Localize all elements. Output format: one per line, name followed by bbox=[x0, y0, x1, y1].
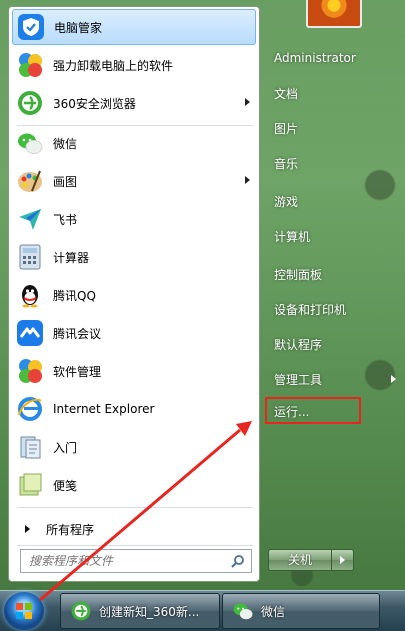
taskbar-button-label: 创建新知_360新... bbox=[99, 604, 200, 619]
all-programs-button[interactable]: 所有程序 bbox=[17, 515, 257, 543]
360-browser-icon bbox=[69, 599, 93, 623]
submenu-arrow-icon bbox=[245, 98, 250, 106]
program-item-software-manager[interactable]: 软件管理 bbox=[12, 353, 256, 389]
triangle-right-icon bbox=[25, 525, 30, 533]
uninstall-icon bbox=[14, 49, 46, 81]
right-item-pictures[interactable]: 图片 bbox=[268, 114, 398, 142]
program-label: 360安全浏览器 bbox=[53, 96, 136, 111]
right-item-label: 管理工具 bbox=[274, 372, 323, 387]
right-item-label: 文档 bbox=[274, 86, 299, 101]
program-label: 便笺 bbox=[53, 478, 78, 493]
right-item-label: 默认程序 bbox=[274, 337, 323, 352]
program-label: 电脑管家 bbox=[54, 20, 103, 35]
program-item-pc-manager[interactable]: 电脑管家 bbox=[12, 9, 256, 45]
getting-started-icon bbox=[14, 431, 46, 463]
windows-start-icon[interactable] bbox=[4, 592, 44, 630]
right-item-label: Administrator bbox=[274, 51, 356, 65]
program-label: 软件管理 bbox=[53, 364, 102, 379]
program-item-uninstall[interactable]: 强力卸载电脑上的软件 bbox=[12, 47, 256, 83]
taskbar-button-360-browser[interactable]: 创建新知_360新... bbox=[60, 593, 220, 629]
program-item-internet-explorer[interactable]: Internet Explorer bbox=[12, 391, 256, 427]
program-item-tencent-meeting[interactable]: 腾讯会议 bbox=[12, 315, 256, 351]
program-label: 微信 bbox=[53, 136, 78, 151]
search-input[interactable] bbox=[29, 554, 229, 568]
internet-explorer-icon bbox=[14, 393, 46, 425]
feishu-icon bbox=[14, 203, 46, 235]
separator bbox=[17, 507, 253, 508]
right-item-control-panel[interactable]: 控制面板 bbox=[268, 260, 398, 288]
program-item-360-browser[interactable]: 360安全浏览器 bbox=[12, 85, 256, 121]
right-item-computer[interactable]: 计算机 bbox=[268, 222, 398, 250]
search-box[interactable] bbox=[20, 549, 252, 573]
program-item-getting-started[interactable]: 入门 bbox=[12, 429, 256, 465]
sticky-notes-icon bbox=[14, 469, 46, 501]
right-item-documents[interactable]: 文档 bbox=[268, 79, 398, 107]
program-label: 画图 bbox=[53, 174, 78, 189]
program-item-qq[interactable]: 腾讯QQ bbox=[12, 277, 256, 313]
right-item-default-programs[interactable]: 默认程序 bbox=[268, 330, 398, 358]
shutdown-button[interactable]: 关机 bbox=[268, 549, 332, 571]
shutdown-control: 关机 bbox=[268, 549, 356, 571]
software-manager-icon bbox=[14, 355, 46, 387]
taskbar-button-label: 微信 bbox=[261, 604, 286, 619]
run-highlight-box bbox=[265, 397, 361, 424]
program-label: 腾讯会议 bbox=[53, 326, 102, 341]
shutdown-options-button[interactable] bbox=[332, 549, 354, 571]
right-item-label: 游戏 bbox=[274, 194, 299, 209]
search-icon[interactable] bbox=[231, 554, 245, 571]
right-item-label: 图片 bbox=[274, 121, 299, 136]
program-label: 强力卸载电脑上的软件 bbox=[53, 58, 174, 73]
wechat-icon bbox=[14, 127, 46, 159]
right-item-devices-printers[interactable]: 设备和打印机 bbox=[268, 295, 398, 323]
user-avatar[interactable] bbox=[306, 0, 362, 28]
program-label: 腾讯QQ bbox=[53, 288, 96, 303]
shield-icon bbox=[15, 11, 47, 43]
program-item-feishu[interactable]: 飞书 bbox=[12, 201, 256, 237]
submenu-arrow-icon bbox=[245, 176, 250, 184]
right-item-label: 控制面板 bbox=[274, 267, 323, 282]
taskbar-button-wechat[interactable]: 微信 bbox=[222, 593, 380, 629]
all-programs-label: 所有程序 bbox=[46, 522, 95, 537]
right-item-admin-tools[interactable]: 管理工具 bbox=[268, 365, 398, 393]
right-item-label: 设备和打印机 bbox=[274, 302, 347, 317]
program-item-wechat[interactable]: 微信 bbox=[12, 125, 256, 161]
paint-icon bbox=[14, 165, 46, 197]
program-label: 入门 bbox=[53, 440, 78, 455]
right-item-label: 计算机 bbox=[274, 229, 311, 244]
start-menu-programs-pane: 电脑管家 强力卸载电脑上的软件 360安全浏览器 微信 画图 飞书 计算器 腾讯… bbox=[8, 6, 260, 582]
separator bbox=[17, 545, 253, 546]
wechat-icon bbox=[231, 599, 255, 623]
program-item-paint[interactable]: 画图 bbox=[12, 163, 256, 199]
right-item-music[interactable]: 音乐 bbox=[268, 149, 398, 177]
program-item-sticky-notes[interactable]: 便笺 bbox=[12, 467, 256, 503]
submenu-arrow-icon bbox=[391, 375, 396, 383]
qq-icon bbox=[14, 279, 46, 311]
right-item-games[interactable]: 游戏 bbox=[268, 187, 398, 215]
program-item-calculator[interactable]: 计算器 bbox=[12, 239, 256, 275]
right-item-label: 音乐 bbox=[274, 156, 299, 171]
program-label: 飞书 bbox=[53, 212, 78, 227]
360-browser-icon bbox=[14, 87, 46, 119]
tencent-meeting-icon bbox=[14, 317, 46, 349]
program-label: 计算器 bbox=[53, 250, 90, 265]
right-item-administrator[interactable]: Administrator bbox=[268, 44, 398, 72]
calculator-icon bbox=[14, 241, 46, 273]
program-label: Internet Explorer bbox=[53, 402, 155, 416]
